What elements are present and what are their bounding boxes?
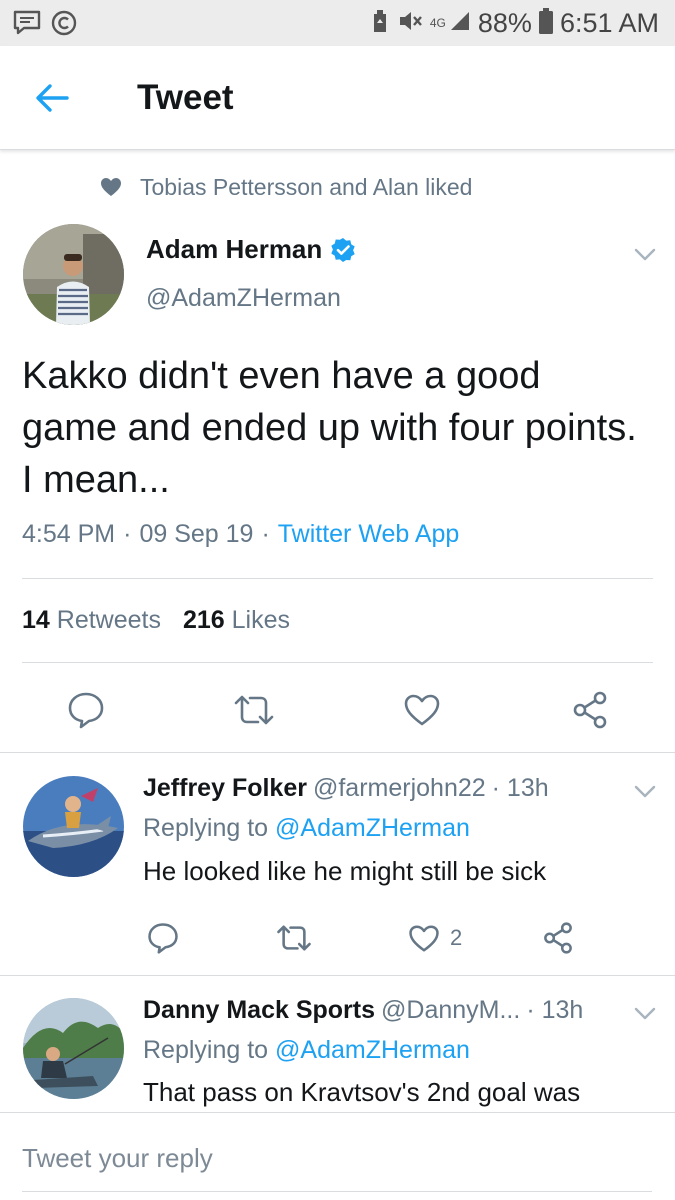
- system-status: 4G 88% 6:51 AM: [370, 6, 659, 40]
- replying-to: Replying to @AdamZHerman: [143, 1036, 470, 1065]
- author-row: Adam Herman: [146, 234, 356, 265]
- reply-text: He looked like he might still be sick: [143, 856, 547, 886]
- reply-time: · 13h: [526, 996, 584, 1024]
- compose-underline: [22, 1191, 652, 1192]
- reply-avatar[interactable]: [23, 776, 124, 877]
- clock: 6:51 AM: [559, 7, 659, 38]
- share-button[interactable]: [568, 688, 612, 732]
- tweet-time: 4:54 PM: [22, 520, 116, 548]
- app-header: Tweet: [0, 46, 675, 150]
- avatar[interactable]: [23, 224, 124, 325]
- verified-badge-icon: [331, 237, 355, 262]
- tweet-options-caret[interactable]: [630, 244, 660, 264]
- engagement-counts: 14 Retweets 216 Likes: [22, 606, 290, 635]
- reply-time: · 13h: [491, 774, 549, 802]
- back-arrow-icon: [36, 84, 69, 112]
- reply-author-handle[interactable]: @farmerjohn22: [313, 774, 486, 803]
- divider: [22, 578, 653, 579]
- chevron-down-icon: [634, 785, 656, 797]
- replying-to-label: Replying to: [143, 1036, 269, 1064]
- replying-to: Replying to @AdamZHerman: [143, 814, 470, 843]
- meta-separator: ·: [123, 520, 132, 548]
- retweet-icon: [234, 695, 274, 725]
- reply-options-caret[interactable]: [630, 1003, 660, 1023]
- retweets-count: 14: [22, 606, 50, 634]
- page-title: Tweet: [137, 78, 234, 117]
- author-name[interactable]: Adam Herman: [146, 234, 322, 265]
- reply-author-name[interactable]: Danny Mack Sports: [143, 996, 375, 1025]
- replying-to-link[interactable]: @AdamZHerman: [275, 1036, 470, 1064]
- reply-avatar[interactable]: [23, 998, 124, 1099]
- chevron-down-icon: [634, 248, 656, 260]
- share-icon: [573, 691, 607, 729]
- heart-outline-icon: [409, 924, 439, 952]
- reply-icon: [68, 692, 104, 729]
- retweets-label: Retweets: [56, 606, 161, 634]
- battery-percent: 88%: [477, 7, 532, 38]
- copyright-notification-icon: [50, 9, 78, 42]
- likes-count: 216: [182, 606, 225, 634]
- battery-icon: [538, 7, 553, 39]
- like-button[interactable]: [400, 688, 444, 732]
- reply-options-caret[interactable]: [630, 781, 660, 801]
- reply-reply-button[interactable]: [143, 918, 183, 958]
- recycle-icon: [370, 8, 390, 39]
- reply-like-button[interactable]: 2: [408, 918, 478, 958]
- tweet-meta: 4:54 PM · 09 Sep 19 · Twitter Web App: [22, 520, 459, 549]
- heart-icon: [101, 178, 121, 196]
- social-context-text: Tobias Pettersson and Alan liked: [140, 173, 473, 200]
- signal-icon: [449, 10, 471, 37]
- reply-input[interactable]: [22, 1133, 652, 1183]
- share-icon: [544, 922, 572, 954]
- likes-count-link[interactable]: 216 Likes: [183, 606, 290, 635]
- message-notification-icon: [12, 9, 44, 42]
- divider: [22, 662, 653, 663]
- meta-separator: ·: [261, 520, 270, 548]
- reply-retweet-button[interactable]: [272, 918, 316, 958]
- social-context: Tobias Pettersson and Alan liked: [100, 172, 472, 202]
- reply-text: That pass on Kravtsov's 2nd goal was: [143, 1077, 581, 1107]
- replying-to-label: Replying to: [143, 814, 269, 842]
- tweet-source-link[interactable]: Twitter Web App: [278, 520, 460, 549]
- mute-icon: [397, 9, 423, 38]
- tweet-date: 09 Sep 19: [139, 520, 254, 548]
- reply-header: Danny Mack Sports @DannyM... · 13h: [143, 996, 583, 1025]
- back-button[interactable]: [30, 76, 74, 120]
- reply-compose-bar: [0, 1112, 675, 1200]
- retweets-count-link[interactable]: 14 Retweets: [22, 606, 161, 635]
- notification-icons: [12, 9, 78, 42]
- section-divider: [0, 752, 675, 753]
- author-handle[interactable]: @AdamZHerman: [146, 284, 341, 313]
- reply-icon: [148, 923, 178, 954]
- status-bar: 4G 88% 6:51 AM: [0, 0, 675, 46]
- tweet-text: Kakko didn't even have a good game and e…: [22, 355, 637, 501]
- chevron-down-icon: [634, 1007, 656, 1019]
- heart-outline-icon: [404, 694, 440, 726]
- reply-share-button[interactable]: [538, 918, 578, 958]
- reply-header: Jeffrey Folker @farmerjohn22 · 13h: [143, 774, 549, 803]
- reply-button[interactable]: [64, 688, 108, 732]
- replying-to-link[interactable]: @AdamZHerman: [275, 814, 470, 842]
- retweet-icon: [277, 925, 311, 951]
- reply-like-count: 2: [450, 925, 463, 950]
- network-type: 4G: [429, 16, 446, 30]
- reply-author-name[interactable]: Jeffrey Folker: [143, 774, 307, 803]
- reply-author-handle[interactable]: @DannyM...: [381, 996, 520, 1025]
- likes-label: Likes: [231, 606, 291, 634]
- section-divider: [0, 975, 675, 976]
- retweet-button[interactable]: [230, 688, 278, 732]
